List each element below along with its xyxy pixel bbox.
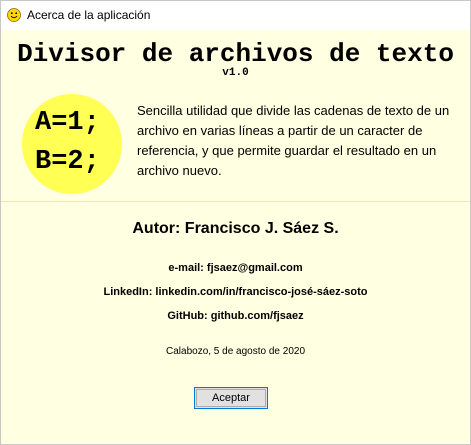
accept-button[interactable]: Aceptar	[194, 387, 268, 409]
window-title: Acerca de la aplicación	[27, 8, 151, 22]
app-version: v1.0	[222, 67, 249, 79]
author-email: e-mail: fjsaez@gmail.com	[168, 262, 303, 274]
place-date: Calabozo, 5 de agosto de 2020	[166, 346, 305, 357]
app-logo: A=1; B=2;	[22, 94, 122, 194]
author-github: GitHub: github.com/fjsaez	[167, 310, 304, 322]
title-bar[interactable]: Acerca de la aplicación	[1, 1, 470, 30]
dialog-content: Divisor de archivos de texto v1.0 A=1; B…	[1, 30, 470, 444]
about-dialog: Acerca de la aplicación Divisor de archi…	[0, 0, 471, 445]
smiley-icon	[7, 8, 21, 22]
header-panel: Divisor de archivos de texto v1.0 A=1; B…	[1, 30, 470, 202]
author-linkedin: LinkedIn: linkedin.com/in/francisco-josé…	[103, 286, 368, 298]
logo-line-2: B=2;	[35, 147, 100, 177]
author-name: Autor: Francisco J. Sáez S.	[132, 220, 339, 237]
logo-line-1: A=1;	[35, 108, 100, 138]
app-description: Sencilla utilidad que divide las cadenas…	[137, 103, 450, 178]
app-title: Divisor de archivos de texto	[17, 39, 454, 69]
